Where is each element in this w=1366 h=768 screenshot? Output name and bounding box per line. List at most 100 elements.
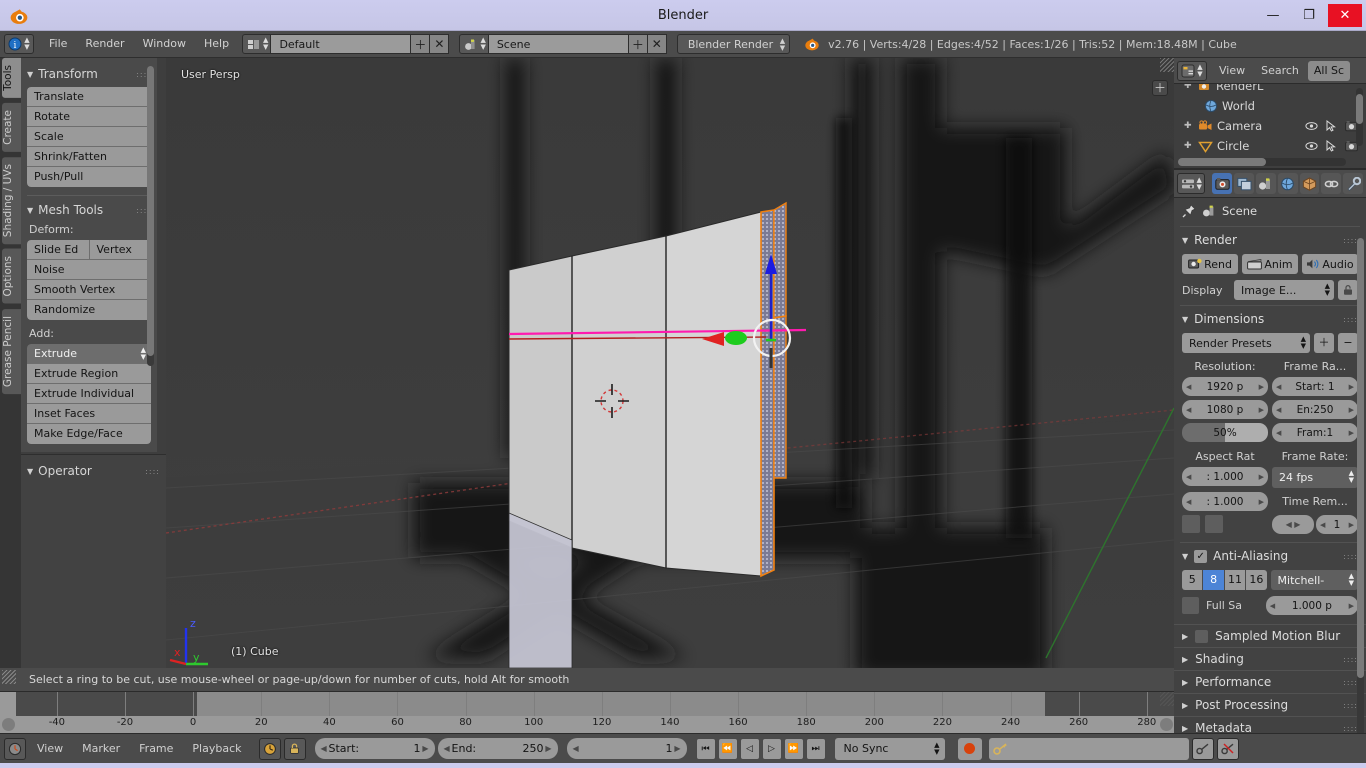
chevron-right-icon[interactable]: ▶	[1259, 383, 1264, 391]
preset-add-button[interactable]: ＋	[1314, 333, 1334, 353]
outliner-vertical-scrollbar[interactable]	[1356, 88, 1363, 146]
play-button[interactable]: ▷	[761, 737, 782, 760]
pin-icon[interactable]	[1182, 204, 1196, 218]
chevron-left-icon[interactable]: ◀	[573, 744, 579, 753]
chevron-right-icon[interactable]: ▶	[1349, 429, 1354, 437]
prev-keyframe-button[interactable]: ⏪	[717, 737, 738, 760]
current-frame-field[interactable]: ◀ 1 ▶	[566, 738, 687, 759]
screen-layout-dropdown[interactable]: ▲ ▼	[242, 34, 272, 54]
tab-render[interactable]	[1212, 173, 1233, 194]
chevron-right-icon[interactable]: ▶	[1349, 521, 1354, 529]
resize-grip-icon[interactable]	[2, 670, 16, 684]
outliner-tree[interactable]: ✚ RenderL World ✚ Camera ✚ Circle	[1174, 84, 1366, 168]
time-remap-old-field[interactable]: ◀ ▶	[1272, 515, 1314, 534]
next-keyframe-button[interactable]: ⏩	[783, 737, 804, 760]
timeline-resize-grip[interactable]	[1160, 692, 1174, 706]
chevron-right-icon[interactable]: ▶	[1259, 498, 1264, 506]
eye-icon[interactable]	[1305, 141, 1318, 151]
tab-modifiers[interactable]	[1343, 173, 1363, 194]
lock-timeline-toggle[interactable]	[283, 737, 306, 760]
add-keyframe-button[interactable]	[1191, 737, 1214, 760]
aa-sample-16[interactable]: 16	[1246, 570, 1267, 590]
make-edge-face-button[interactable]: Make Edge/Face	[27, 424, 151, 444]
timeline-scroll-left-cap[interactable]	[2, 718, 15, 731]
chevron-left-icon[interactable]: ◀	[1270, 602, 1275, 610]
auto-keyframe-toggle[interactable]	[258, 737, 281, 760]
resolution-percentage-slider[interactable]: 50%	[1182, 423, 1268, 442]
render-panel-header[interactable]: ▼ Render ::::	[1174, 229, 1366, 251]
tab-object[interactable]	[1299, 173, 1320, 194]
outliner-menu-view[interactable]: View	[1212, 61, 1252, 81]
render-image-button[interactable]: Rend	[1182, 254, 1238, 274]
chevron-left-icon[interactable]: ◀	[1186, 406, 1191, 414]
post-processing-panel-header[interactable]: ▶ Post Processing ::::	[1174, 693, 1366, 716]
scene-value[interactable]: Scene	[488, 34, 629, 54]
render-engine-dropdown[interactable]: Blender Render ▲ ▼	[676, 34, 791, 54]
3d-viewport[interactable]: z y x User Persp (1) Cube ＋	[166, 58, 1174, 668]
border-checkbox[interactable]	[1182, 515, 1200, 533]
sync-mode-dropdown[interactable]: No Sync ▲ ▼	[834, 737, 945, 760]
rotate-button[interactable]: Rotate	[27, 107, 151, 127]
aspect-x-field[interactable]: ◀ : 1.000 ▶	[1182, 467, 1268, 486]
chevron-left-icon[interactable]: ◀	[1186, 473, 1191, 481]
menu-window[interactable]: Window	[134, 34, 195, 54]
cursor-arrow-icon[interactable]	[1326, 140, 1337, 152]
chevron-left-icon[interactable]: ◀	[444, 744, 450, 753]
scene-delete-button[interactable]: ✕	[647, 34, 667, 54]
push-pull-button[interactable]: Push/Pull	[27, 167, 151, 187]
viewport-resize-grip[interactable]	[1160, 58, 1174, 72]
performance-panel-header[interactable]: ▶ Performance ::::	[1174, 670, 1366, 693]
chevron-right-icon[interactable]: ▶	[1349, 406, 1354, 414]
chevron-right-icon[interactable]: ▶	[1259, 406, 1264, 414]
frame-end-field[interactable]: ◀ En:250 ▶	[1272, 400, 1358, 419]
jump-end-button[interactable]: ⏭	[805, 737, 826, 760]
chevron-left-icon[interactable]: ◀	[1186, 498, 1191, 506]
slide-edge-button[interactable]: Slide Ed	[27, 240, 90, 259]
tab-tools[interactable]: Tools	[2, 58, 21, 98]
scale-button[interactable]: Scale	[27, 127, 151, 147]
editor-type-selector-info[interactable]: i ▲ ▼	[4, 34, 34, 54]
aa-sample-11[interactable]: 11	[1224, 570, 1247, 590]
editor-type-selector-properties[interactable]: ▲ ▼	[1177, 173, 1206, 194]
antialiasing-filter-dropdown[interactable]: Mitchell- ▲ ▼	[1270, 570, 1358, 590]
vertex-button[interactable]: Vertex	[90, 240, 152, 259]
time-remap-new-field[interactable]: ◀ 1 ▶	[1316, 515, 1358, 534]
render-audio-button[interactable]: Audio	[1302, 254, 1358, 274]
chevron-right-icon[interactable]: ▶	[1259, 473, 1264, 481]
resolution-x-field[interactable]: ◀ 1920 p ▶	[1182, 377, 1268, 396]
frame-start-field[interactable]: ◀ Start: 1 ▶	[314, 738, 435, 759]
noise-button[interactable]: Noise	[27, 260, 151, 280]
outliner-row-world[interactable]: World	[1174, 96, 1366, 116]
render-presets-dropdown[interactable]: Render Presets ▲ ▼	[1182, 333, 1310, 353]
jump-start-button[interactable]: ⏮	[695, 737, 716, 760]
editor-type-selector-timeline[interactable]	[4, 737, 26, 760]
frame-start-field[interactable]: ◀ Start: 1 ▶	[1272, 377, 1358, 396]
shrink-fatten-button[interactable]: Shrink/Fatten	[27, 147, 151, 167]
antialiasing-checkbox[interactable]: ✓	[1194, 549, 1208, 563]
resolution-y-field[interactable]: ◀ 1080 p ▶	[1182, 400, 1268, 419]
chevron-right-icon[interactable]: ▶	[1349, 602, 1354, 610]
remove-keyframe-button[interactable]	[1216, 737, 1239, 760]
render-animation-button[interactable]: Anim	[1242, 254, 1298, 274]
eye-icon[interactable]	[1305, 121, 1318, 131]
play-reverse-button[interactable]: ◁	[739, 737, 760, 760]
expand-icon[interactable]: ✚	[1184, 84, 1194, 91]
chevron-left-icon[interactable]: ◀	[1320, 521, 1325, 529]
tab-constraints[interactable]	[1321, 173, 1342, 194]
tab-options[interactable]: Options	[2, 248, 21, 304]
frame-step-field[interactable]: ◀ Fram:1 ▶	[1272, 423, 1358, 442]
motion-blur-checkbox[interactable]	[1195, 629, 1209, 643]
timeline-scroll-right-cap[interactable]	[1160, 718, 1173, 731]
chevron-right-icon[interactable]: ▶	[1349, 383, 1354, 391]
viewport-toolbar-toggle-button[interactable]: ＋	[1152, 80, 1168, 96]
chevron-right-icon[interactable]: ▶	[422, 744, 428, 753]
timeline-editor[interactable]: -40 -20 0 20 40 60 80 100 120 140 160 180 200 220 240 2…	[0, 692, 1174, 733]
outliner-row-circle[interactable]: ✚ Circle	[1174, 136, 1366, 156]
menu-render[interactable]: Render	[76, 34, 133, 54]
translate-button[interactable]: Translate	[27, 87, 151, 107]
timeline-menu-marker[interactable]: Marker	[74, 738, 128, 760]
maximize-button[interactable]: ❐	[1292, 4, 1326, 27]
cursor-arrow-icon[interactable]	[1326, 120, 1337, 132]
outliner-row-camera[interactable]: ✚ Camera	[1174, 116, 1366, 136]
outliner-horizontal-scrollbar[interactable]	[1178, 158, 1346, 166]
